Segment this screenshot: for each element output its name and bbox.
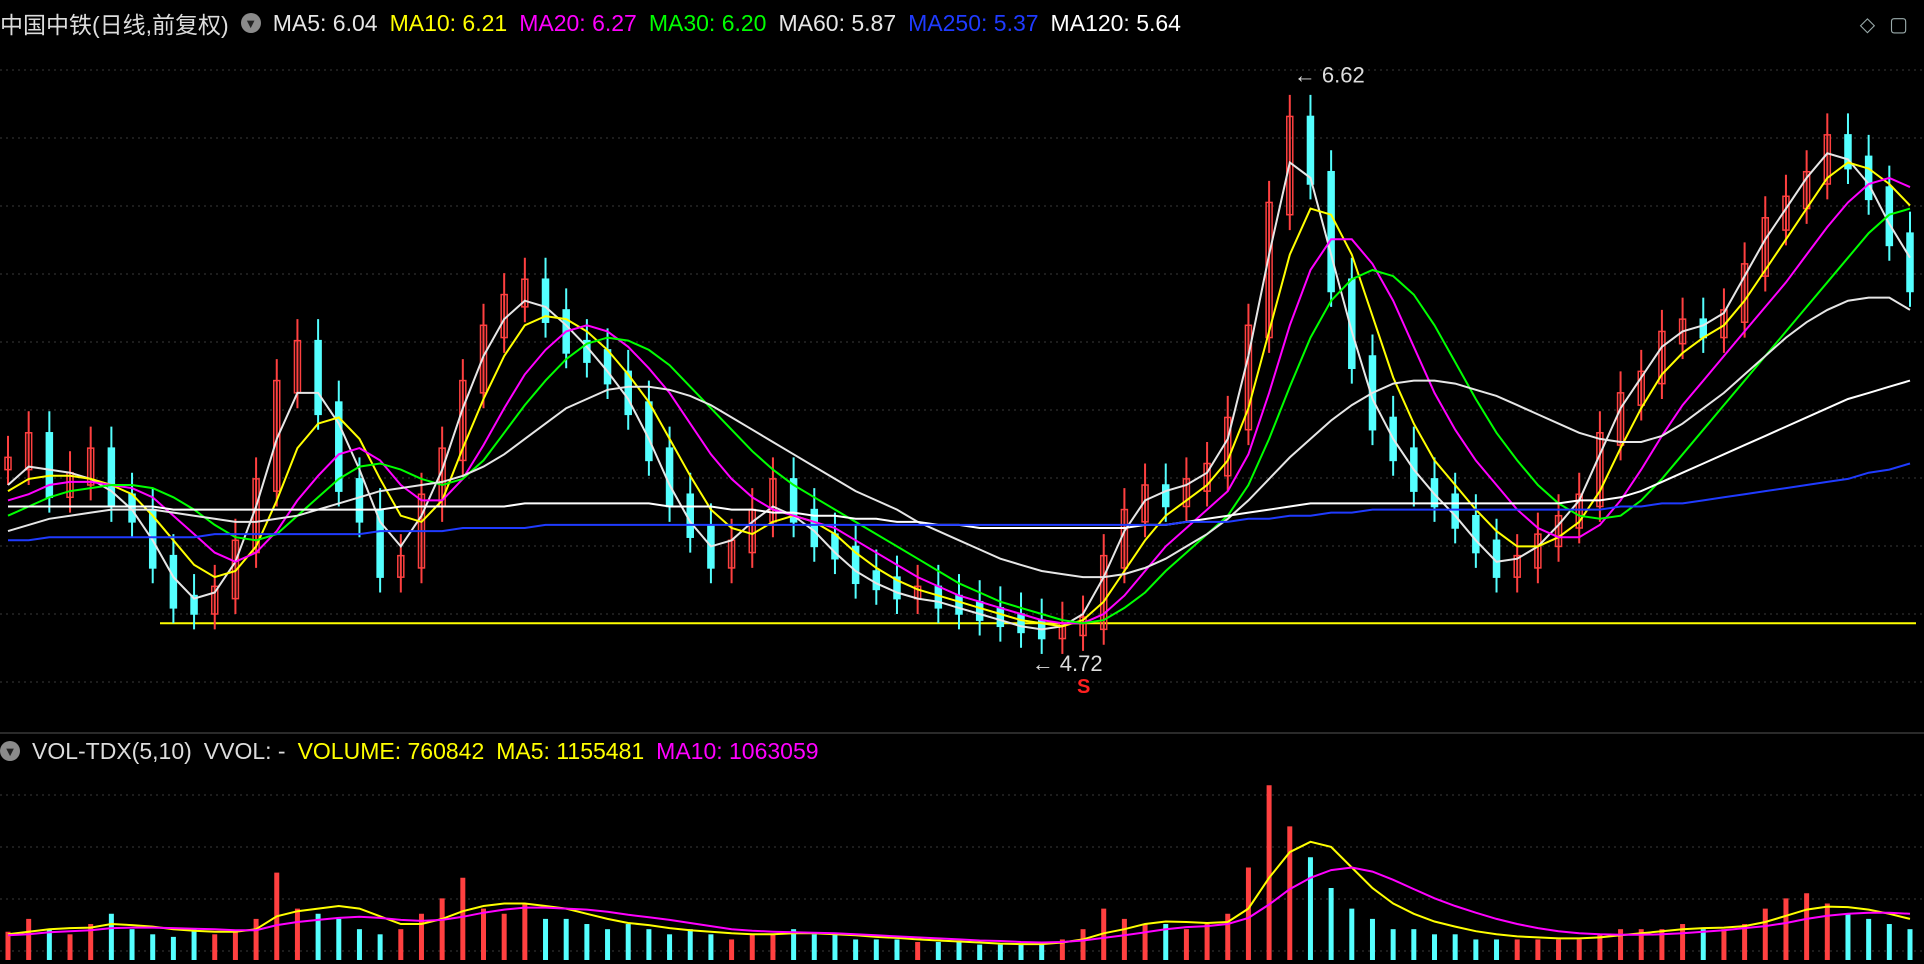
volume-ma10-line: [7, 866, 1911, 944]
kline-chart: ← 6.62 ← 4.72S: [0, 63, 1924, 960]
candle-body: [314, 339, 322, 416]
candle-body: [45, 432, 54, 499]
signal-marker: S: [1077, 676, 1090, 698]
high-annotation: ← 6.62: [1294, 63, 1365, 88]
candle-body: [1161, 484, 1170, 508]
candle-body: [1906, 232, 1914, 293]
candle-body: [355, 478, 364, 523]
candle-body: [872, 570, 881, 591]
ma-line-ma30: [7, 207, 1911, 625]
ma-line-ma10: [7, 161, 1911, 628]
ma-line-ma5: [7, 152, 1911, 631]
candle-body: [955, 594, 963, 615]
candle-body: [1306, 115, 1315, 185]
volume-ma5-line: [7, 840, 1911, 946]
candle-body: [996, 607, 1005, 628]
candle-body: [107, 447, 116, 508]
candle-body: [603, 349, 612, 385]
candle-body: [1327, 170, 1335, 293]
ma-line-ma60: [7, 296, 1911, 579]
candle-body: [1472, 514, 1480, 554]
candle-body: [665, 447, 674, 508]
candle-body: [1017, 613, 1025, 634]
ma-line-ma250: [8, 462, 1911, 542]
candle-body: [975, 600, 984, 621]
candle-body: [169, 554, 178, 609]
candle-body: [1451, 493, 1459, 529]
candle-body: [1699, 318, 1708, 339]
candle-body: [1864, 155, 1873, 201]
low-annotation: ← 4.72: [1032, 651, 1103, 676]
candle-body: [645, 401, 653, 462]
candle-body: [686, 493, 694, 538]
